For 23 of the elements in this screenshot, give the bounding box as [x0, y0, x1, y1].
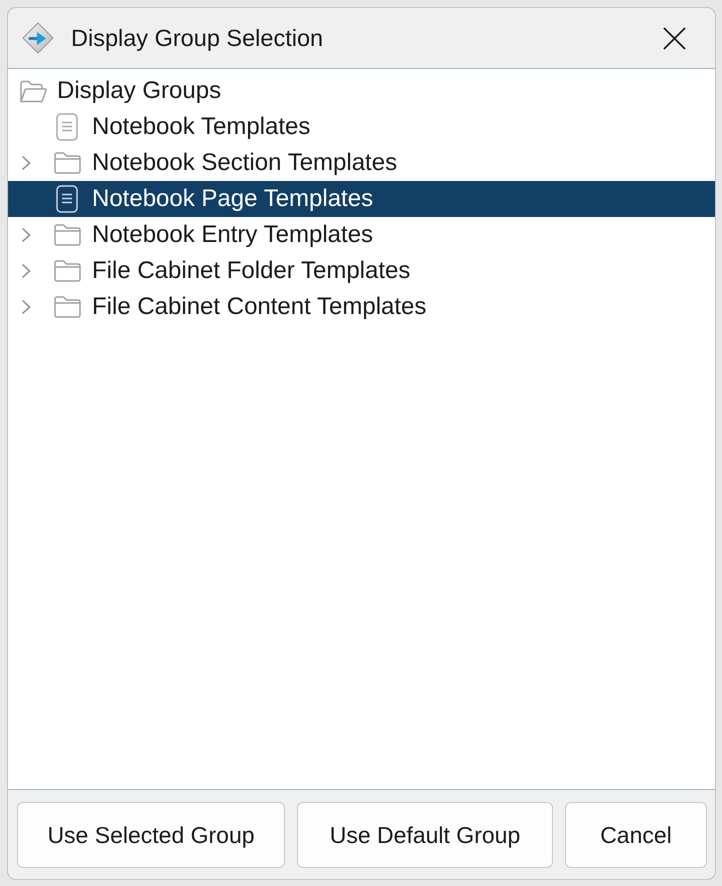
- folder-icon: [54, 296, 80, 318]
- diamond-arrow-icon: [22, 22, 54, 54]
- tree-item[interactable]: Notebook Section Templates: [8, 145, 715, 181]
- folder-icon: [54, 224, 80, 246]
- document-icon: [56, 185, 78, 213]
- chevron-right-icon[interactable]: [21, 155, 31, 171]
- tree-item[interactable]: Display Groups: [8, 73, 715, 109]
- dialog-button[interactable]: Use Selected Group: [17, 802, 285, 868]
- dialog-button[interactable]: Cancel: [565, 802, 707, 868]
- window-title: Display Group Selection: [71, 24, 324, 52]
- tree-item[interactable]: File Cabinet Folder Templates: [8, 253, 715, 289]
- folder-icon: [54, 152, 80, 174]
- chevron-right-icon[interactable]: [21, 227, 31, 243]
- tree-item[interactable]: Notebook Page Templates: [8, 181, 715, 217]
- tree-item[interactable]: File Cabinet Content Templates: [8, 289, 715, 325]
- document-icon: [56, 113, 78, 141]
- tree-item[interactable]: Notebook Templates: [8, 109, 715, 145]
- chevron-right-icon[interactable]: [21, 263, 31, 279]
- tree-item[interactable]: Notebook Entry Templates: [8, 217, 715, 253]
- folder-icon: [54, 260, 80, 282]
- dialog-button[interactable]: Use Default Group: [297, 802, 553, 868]
- close-icon: [662, 26, 686, 50]
- chevron-right-icon[interactable]: [21, 299, 31, 315]
